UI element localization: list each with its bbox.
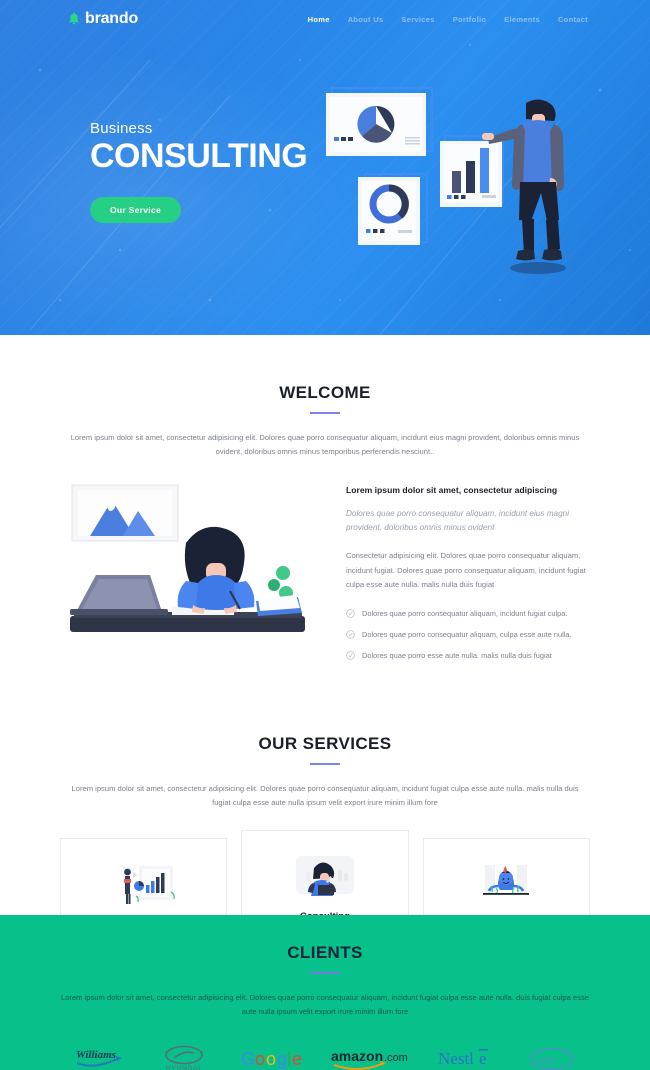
hero-section: brando Home About Us Services Portfolio … xyxy=(0,0,650,335)
welcome-columns: Lorem ipsum dolor sit amet, consectetur … xyxy=(60,481,590,672)
client-logo-nestle[interactable]: Nestl e xyxy=(437,1047,499,1070)
hero-eyebrow: Business xyxy=(90,120,153,137)
list-item-label: Dolores quae porro esse aute nulla. mali… xyxy=(362,651,552,661)
client-logo-google[interactable]: G o o g l e xyxy=(240,1048,302,1070)
main-navbar: brando Home About Us Services Portfolio … xyxy=(0,0,650,38)
welcome-lead: Lorem ipsum dolor sit amet, consectetur … xyxy=(70,433,580,457)
svg-text:.com: .com xyxy=(384,1052,408,1064)
woman-at-desk-illustration xyxy=(70,484,305,633)
list-item: Dolores quae porro consequatur aliquam, … xyxy=(346,630,590,639)
welcome-section: WELCOME Lorem ipsum dolor sit amet, cons… xyxy=(0,335,650,672)
nav-menu: Home About Us Services Portfolio Element… xyxy=(308,15,588,24)
our-service-button[interactable]: Our Service xyxy=(90,196,182,223)
strategy-meditation-illustration xyxy=(440,857,573,913)
svg-text:Nestl: Nestl xyxy=(438,1049,474,1068)
business-analytics-illustration xyxy=(326,87,566,274)
hero-title: CONSULTING xyxy=(90,137,308,175)
brand-name: brando xyxy=(85,10,139,27)
nav-item-about-us[interactable]: About Us xyxy=(348,15,384,24)
nav-item-services[interactable]: Services xyxy=(401,15,434,24)
list-item-label: Dolores quae porro consequatur aliquam, … xyxy=(362,609,568,619)
client-logo-amazon[interactable]: amazon .com xyxy=(330,1047,408,1070)
brand-logo[interactable]: brando xyxy=(68,10,138,28)
marketing-chart-illustration xyxy=(77,857,210,913)
svg-text:amazon: amazon xyxy=(331,1048,383,1064)
clients-divider xyxy=(310,972,340,974)
svg-text:o: o xyxy=(266,1049,276,1069)
list-item: Dolores quae porro esse aute nulla. mali… xyxy=(346,651,590,660)
svg-text:Williams: Williams xyxy=(76,1049,116,1061)
nav-item-elements[interactable]: Elements xyxy=(504,15,540,24)
svg-text:HYUNDAI: HYUNDAI xyxy=(166,1065,201,1070)
svg-text:intel: intel xyxy=(537,1055,554,1066)
nav-item-portfolio[interactable]: Portfolio xyxy=(453,15,487,24)
svg-text:e: e xyxy=(292,1049,302,1069)
list-item-label: Dolores quae porro consequatur aliquam, … xyxy=(362,630,572,640)
welcome-illustration-wrap xyxy=(60,481,322,651)
clients-lead: Lorem ipsum dolor sit amet, consectetur … xyxy=(60,993,590,1017)
client-logo-hyundai[interactable]: HYUNDAI xyxy=(157,1045,211,1070)
bell-icon xyxy=(69,12,79,25)
client-logo-intel[interactable]: intel xyxy=(528,1047,576,1070)
svg-text:g: g xyxy=(277,1049,287,1069)
svg-text:o: o xyxy=(255,1049,265,1069)
hero-copy: Business CONSULTING Our Service xyxy=(90,120,308,223)
landing-page: brando Home About Us Services Portfolio … xyxy=(0,0,650,1070)
svg-text:e: e xyxy=(479,1049,487,1068)
nav-item-contact[interactable]: Contact xyxy=(558,15,588,24)
check-circle-icon xyxy=(346,651,355,660)
check-circle-icon xyxy=(346,609,355,618)
check-circle-icon xyxy=(346,630,355,639)
clients-title: CLIENTS xyxy=(287,943,363,962)
welcome-heading: Lorem ipsum dolor sit amet, consectetur … xyxy=(346,485,558,496)
welcome-italic-text: Dolores quae porro consequatur aliquam, … xyxy=(346,509,570,533)
client-logo-williams[interactable]: Williams xyxy=(74,1046,128,1070)
welcome-body-text: Consectetur adipisicing elit. Dolores qu… xyxy=(346,550,586,590)
services-lead: Lorem ipsum dolor sit amet, consectetur … xyxy=(71,784,579,808)
svg-text:G: G xyxy=(241,1049,255,1069)
consulting-presenter-illustration xyxy=(258,849,391,905)
nav-item-home[interactable]: Home xyxy=(308,15,330,24)
clients-section: CLIENTS Lorem ipsum dolor sit amet, cons… xyxy=(0,915,650,1070)
welcome-checklist: Dolores quae porro consequatur aliquam, … xyxy=(346,609,590,660)
list-item: Dolores quae porro consequatur aliquam, … xyxy=(346,609,590,618)
services-divider xyxy=(310,763,340,766)
welcome-text-column: Lorem ipsum dolor sit amet, consectetur … xyxy=(346,481,590,672)
services-title: OUR SERVICES xyxy=(258,734,392,754)
svg-text:l: l xyxy=(287,1049,291,1069)
welcome-title: WELCOME xyxy=(279,383,371,402)
client-logos: Williams HYUNDAI G o o g l e amazon .com… xyxy=(60,1045,590,1070)
welcome-divider xyxy=(310,412,340,414)
